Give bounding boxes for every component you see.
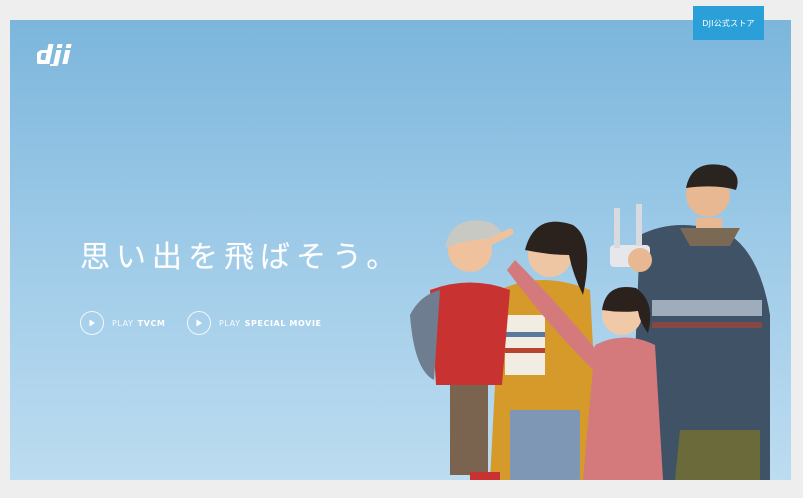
play-icon — [80, 311, 104, 335]
dji-logo[interactable] — [37, 42, 85, 66]
play-label: TVCM — [137, 318, 166, 328]
dji-store-button[interactable]: DJI公式ストア — [693, 6, 764, 40]
play-prefix: PLAY — [112, 318, 134, 328]
play-label: SPECIAL MOVIE — [244, 318, 322, 328]
hero-headline: 思い出を飛ばそう。 — [80, 240, 403, 275]
family-photo — [410, 164, 770, 480]
play-tvcm-button[interactable]: PLAY TVCM — [80, 310, 166, 336]
play-prefix: PLAY — [219, 318, 241, 328]
play-icon — [187, 311, 211, 335]
hero-banner: 思い出を飛ばそう。 PLAY TVCM PLAY SPECIAL MOVIE — [10, 20, 791, 480]
play-special-movie-button[interactable]: PLAY SPECIAL MOVIE — [187, 310, 322, 336]
